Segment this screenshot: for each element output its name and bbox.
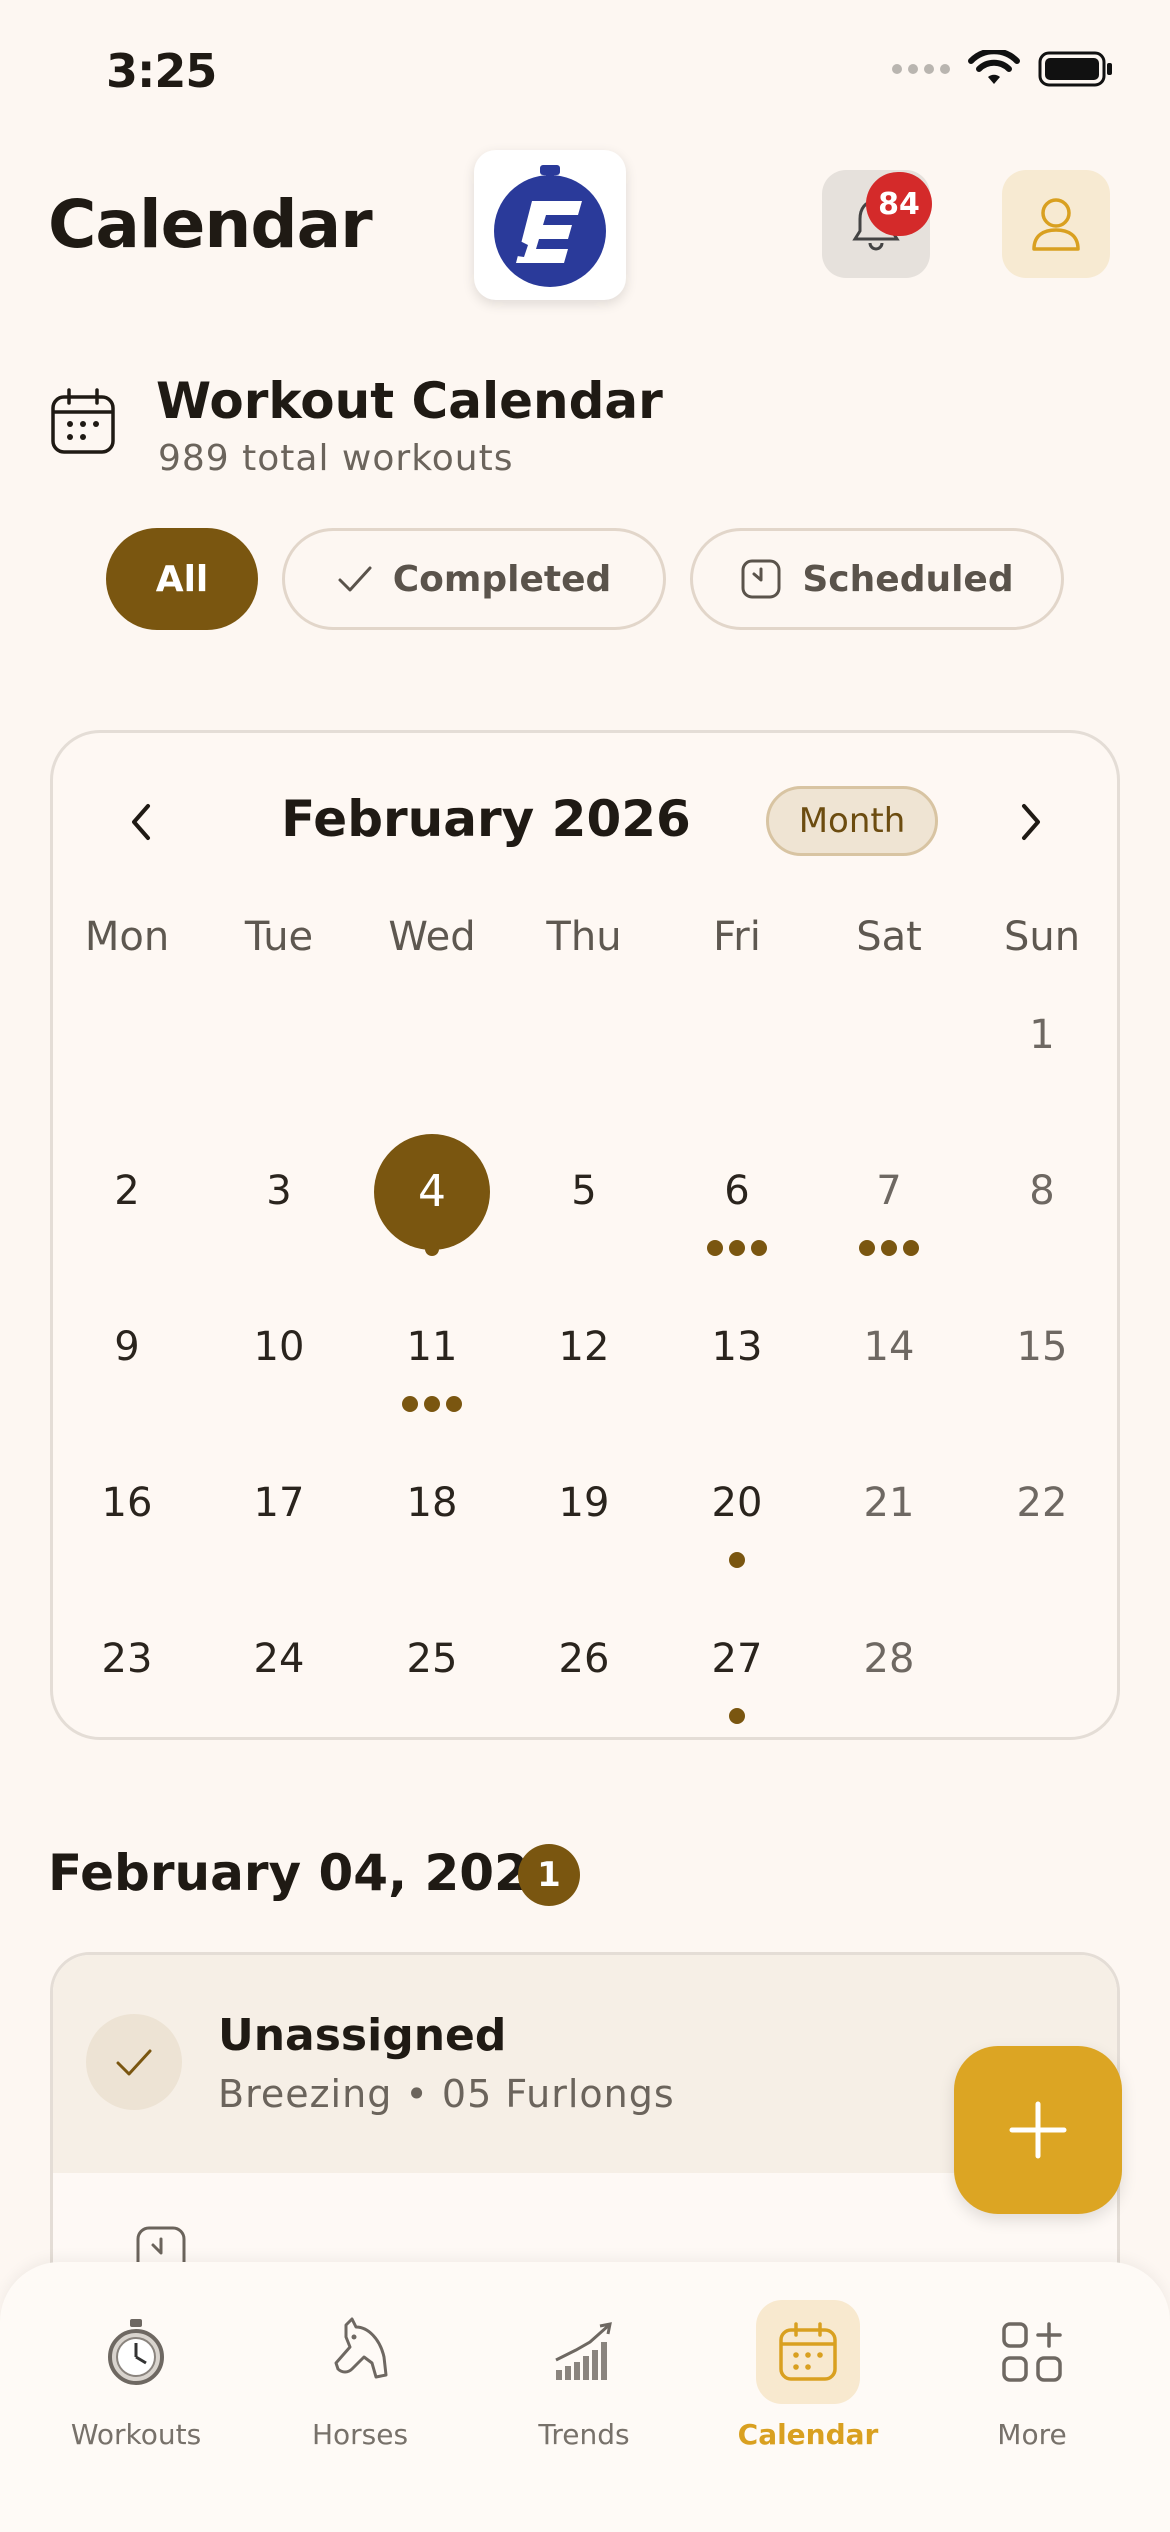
workout-dots [661,1708,813,1724]
workout-horse-name: Unassigned [218,2010,507,2061]
plus-icon [1009,2101,1067,2159]
nav-trends[interactable]: Trends [484,2300,684,2451]
weekday-wed: Wed [388,914,476,960]
filter-completed-label: Completed [392,558,612,600]
selected-date-title: February 04, 2026 [48,1844,564,1902]
signal-icon [892,64,950,74]
chevron-right-icon [1022,804,1040,840]
calendar-day[interactable]: 20 [661,1480,813,1526]
month-title: February 2026 [281,790,691,848]
calendar-day[interactable]: 11 [356,1324,508,1370]
calendar-day[interactable]: 3 [203,1168,355,1214]
grid-plus-icon [980,2300,1084,2404]
calendar-day[interactable]: 5 [508,1168,660,1214]
filter-completed-button[interactable]: Completed [282,528,666,630]
weekday-thu: Thu [546,914,622,960]
horse-icon [308,2300,412,2404]
calendar-day[interactable]: 1 [966,1012,1118,1058]
calendar-day[interactable]: 25 [356,1636,508,1682]
calendar-day[interactable]: 22 [966,1480,1118,1526]
calendar-day-selected[interactable]: 4 [356,1166,508,1217]
chevron-left-icon [132,804,150,840]
calendar-day[interactable]: 9 [51,1324,203,1370]
filter-scheduled-button[interactable]: Scheduled [690,528,1064,630]
check-icon [116,2049,152,2076]
weekday-mon: Mon [84,914,170,960]
battery-icon [1038,51,1112,87]
calendar-day[interactable]: 24 [203,1636,355,1682]
nav-trends-label: Trends [538,2418,630,2451]
profile-button[interactable] [1002,170,1110,278]
calendar-day[interactable]: 21 [813,1480,965,1526]
profile-icon [1032,198,1080,251]
calendar-icon [50,388,116,460]
check-icon [338,566,372,592]
workout-dots [356,1242,508,1256]
notification-badge: 84 [866,172,932,236]
calendar-icon [756,2300,860,2404]
calendar-day[interactable]: 8 [966,1168,1118,1214]
calendar-day[interactable]: 7 [813,1168,965,1214]
previous-month-button[interactable] [120,794,162,854]
workout-dots [661,1240,813,1256]
completed-status-icon [86,2014,182,2110]
weekday-sun: Sun [1003,914,1081,960]
calendar-day[interactable]: 15 [966,1324,1118,1370]
calendar-day[interactable]: 14 [813,1324,965,1370]
weekday-tue: Tue [244,914,314,960]
calendar-day[interactable]: 26 [508,1636,660,1682]
calendar-day[interactable]: 12 [508,1324,660,1370]
trends-icon [532,2300,636,2404]
workout-dots [661,1552,813,1568]
status-time: 3:25 [106,44,217,98]
calendar-day[interactable]: 17 [203,1480,355,1526]
nav-calendar-label: Calendar [737,2418,879,2451]
nav-calendar[interactable]: Calendar [708,2300,908,2451]
calendar-day[interactable]: 13 [661,1324,813,1370]
page-title: Calendar [48,186,373,263]
calendar-day[interactable]: 10 [203,1324,355,1370]
clock-icon [741,559,781,599]
workout-dots [813,1240,965,1256]
calendar-day[interactable]: 16 [51,1480,203,1526]
calendar-day[interactable]: 28 [813,1636,965,1682]
filter-scheduled-label: Scheduled [802,558,1014,600]
total-workouts: 989 total workouts [158,438,514,479]
status-indicators [892,50,1114,88]
workout-count-badge: 1 [518,1844,580,1906]
calendar-day[interactable]: 6 [661,1168,813,1214]
view-mode-toggle[interactable]: Month [766,786,938,856]
nav-workouts-label: Workouts [70,2418,202,2451]
add-workout-button[interactable] [954,2046,1122,2214]
workout-details: Breezing • 05 Furlongs [218,2072,675,2116]
weekday-sat: Sat [856,914,922,960]
filter-all-button[interactable]: All [106,528,258,630]
nav-horses-label: Horses [311,2418,409,2451]
calendar-day[interactable]: 19 [508,1480,660,1526]
weekday-fri: Fri [713,914,761,960]
wifi-icon [968,50,1020,84]
section-title: Workout Calendar [156,372,663,430]
next-month-button[interactable] [1010,794,1052,854]
workout-dots [356,1396,508,1412]
stopwatch-icon [84,2300,188,2404]
nav-horses[interactable]: Horses [260,2300,460,2451]
calendar-card [50,730,1120,1740]
calendar-day[interactable]: 2 [51,1168,203,1214]
nav-more-label: More [997,2418,1067,2451]
nav-more[interactable]: More [932,2300,1132,2451]
app-logo[interactable] [474,150,626,300]
calendar-day[interactable]: 27 [661,1636,813,1682]
calendar-day[interactable]: 18 [356,1480,508,1526]
calendar-day[interactable]: 23 [51,1636,203,1682]
filter-all-label: All [155,558,209,600]
nav-workouts[interactable]: Workouts [36,2300,236,2451]
